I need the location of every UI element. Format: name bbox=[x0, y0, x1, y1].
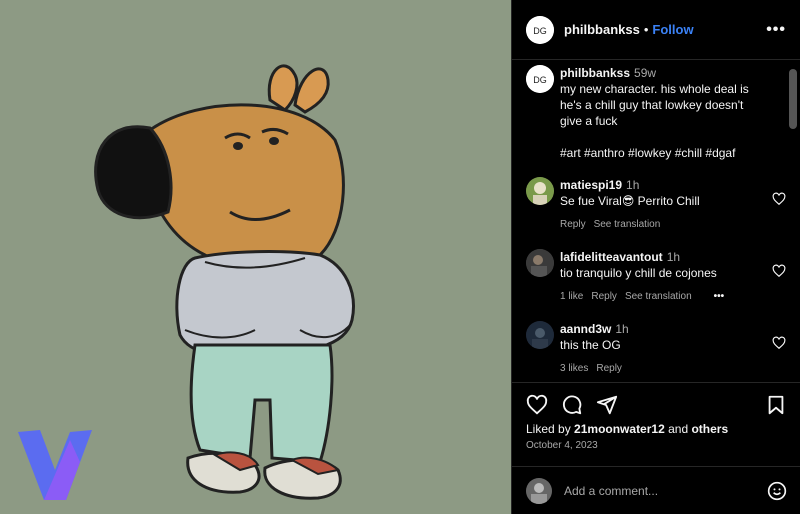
caption-hashtags[interactable]: #art #anthro #lowkey #chill #dgaf bbox=[560, 145, 760, 161]
like-heart-icon[interactable] bbox=[526, 394, 548, 416]
comment-input[interactable]: Add a comment... bbox=[564, 484, 658, 498]
comment-time: 1h bbox=[666, 250, 681, 264]
comment-time: 1h bbox=[615, 322, 629, 336]
post-image[interactable] bbox=[0, 0, 511, 514]
author-username[interactable]: philbbankss bbox=[564, 22, 640, 37]
action-bar bbox=[512, 382, 800, 426]
post-sidebar: DG philbbankss • Follow ••• DG philbbank… bbox=[511, 0, 800, 514]
author-avatar[interactable]: DG bbox=[526, 15, 554, 44]
add-comment-bar: Add a comment... bbox=[512, 466, 800, 514]
comment-time: 1h bbox=[626, 178, 640, 192]
follow-button[interactable]: Follow bbox=[652, 22, 693, 37]
comments-scrollbar[interactable] bbox=[789, 69, 797, 129]
emoji-icon[interactable] bbox=[767, 481, 787, 501]
likes-others[interactable]: others bbox=[691, 422, 728, 436]
more-icon[interactable]: ••• bbox=[766, 21, 786, 39]
commenter-avatar[interactable] bbox=[526, 249, 554, 277]
comment-row: matiespi19 1h Se fue Viral😎 Perrito Chill… bbox=[526, 177, 786, 233]
comment-text: Se fue Viral😎 Perrito Chill bbox=[560, 194, 700, 208]
svg-text:DG: DG bbox=[533, 26, 547, 36]
reply-button[interactable]: Reply bbox=[560, 217, 586, 233]
reply-button[interactable]: Reply bbox=[591, 289, 617, 305]
comment-more-icon[interactable]: ••• bbox=[714, 289, 725, 305]
commenter-avatar[interactable] bbox=[526, 321, 554, 349]
svg-text:DG: DG bbox=[533, 75, 547, 85]
likes-summary[interactable]: Liked by 21moonwater12 and others bbox=[526, 422, 728, 436]
comment-row: aannd3w 1h this the OG 3 likes Reply bbox=[526, 321, 786, 377]
comment-row: lafidelitteavantout 1h tio tranquilo y ch… bbox=[526, 249, 786, 305]
caption-row: DG philbbankss 59w my new character. his … bbox=[526, 65, 786, 161]
share-icon[interactable] bbox=[596, 394, 618, 416]
comment-username[interactable]: matiespi19 bbox=[560, 178, 622, 192]
likes-prefix: Liked by bbox=[526, 422, 571, 436]
separator-dot: • bbox=[643, 22, 649, 37]
likes-joiner: and bbox=[668, 422, 689, 436]
commenter-avatar[interactable] bbox=[526, 177, 554, 205]
comment-icon[interactable] bbox=[561, 394, 583, 416]
caption-username[interactable]: philbbankss bbox=[560, 66, 630, 80]
heart-icon[interactable] bbox=[772, 336, 786, 350]
post-header: DG philbbankss • Follow ••• bbox=[512, 0, 800, 60]
see-translation-button[interactable]: See translation bbox=[625, 289, 692, 305]
heart-icon[interactable] bbox=[772, 192, 786, 206]
comment-like-count[interactable]: 1 like bbox=[560, 289, 583, 305]
comment-username[interactable]: aannd3w bbox=[560, 322, 611, 336]
viewer-avatar bbox=[526, 477, 552, 504]
bookmark-icon[interactable] bbox=[765, 394, 787, 416]
comment-text: tio tranquilo y chill de cojones bbox=[560, 266, 717, 280]
likes-user[interactable]: 21moonwater12 bbox=[574, 422, 665, 436]
caption-author-avatar[interactable]: DG bbox=[526, 65, 554, 93]
caption-text: my new character. his whole deal is he's… bbox=[560, 82, 749, 128]
see-translation-button[interactable]: See translation bbox=[594, 217, 661, 233]
comment-like-count[interactable]: 3 likes bbox=[560, 361, 588, 377]
comment-username[interactable]: lafidelitteavantout bbox=[560, 250, 663, 264]
comment-text: this the OG bbox=[560, 338, 621, 352]
post-date[interactable]: October 4, 2023 bbox=[526, 440, 598, 451]
heart-icon[interactable] bbox=[772, 264, 786, 278]
caption-time: 59w bbox=[634, 66, 657, 80]
character-nose bbox=[94, 125, 173, 220]
comments-list[interactable]: DG philbbankss 59w my new character. his … bbox=[512, 61, 800, 381]
reply-button[interactable]: Reply bbox=[596, 361, 622, 377]
